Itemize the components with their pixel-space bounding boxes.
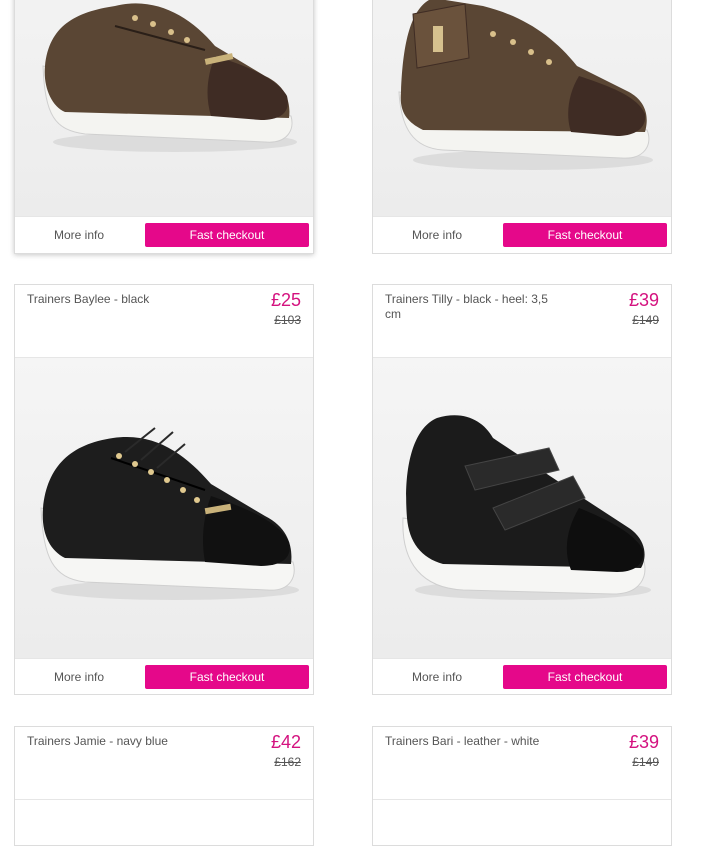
card-header: Trainers Baylee - black £25 £103 <box>15 285 313 358</box>
product-price: £39 <box>628 290 659 310</box>
product-card[interactable]: Trainers Baylee - black £25 £103 More in… <box>14 284 314 695</box>
product-name[interactable]: Trainers Baylee - black <box>27 292 207 307</box>
more-info-link[interactable]: More info <box>15 217 143 254</box>
card-footer: More info Fast checkout <box>373 216 671 254</box>
black-lace-up-sneaker-icon <box>40 427 299 600</box>
product-image[interactable] <box>15 0 313 216</box>
brown-monogram-sneaker-icon <box>42 3 297 152</box>
product-image[interactable] <box>373 0 671 216</box>
original-price: £149 <box>632 313 659 327</box>
product-card[interactable]: Trainers Tilly - black - heel: 3,5 cm £3… <box>372 284 672 695</box>
card-footer: More info Fast checkout <box>15 658 313 696</box>
original-price: £103 <box>274 313 301 327</box>
product-price: £25 <box>270 290 301 310</box>
more-info-link[interactable]: More info <box>373 659 501 696</box>
product-name[interactable]: Trainers Bari - leather - white <box>385 734 565 749</box>
product-price: £39 <box>628 732 659 752</box>
product-image[interactable] <box>373 358 671 658</box>
product-card[interactable]: Trainers Bari - leather - white £39 £149 <box>372 726 672 846</box>
fast-checkout-button[interactable]: Fast checkout <box>145 665 309 689</box>
brown-monogram-strap-sneaker-icon <box>398 0 653 170</box>
card-header: Trainers Tilly - black - heel: 3,5 cm £3… <box>373 285 671 358</box>
product-name[interactable]: Trainers Jamie - navy blue <box>27 734 207 749</box>
original-price: £149 <box>632 755 659 769</box>
fast-checkout-button[interactable]: Fast checkout <box>503 665 667 689</box>
product-name[interactable]: Trainers Tilly - black - heel: 3,5 cm <box>385 292 565 322</box>
card-header: Trainers Jamie - navy blue £42 £162 <box>15 727 313 800</box>
product-card[interactable]: Trainers Jamie - navy blue £42 £162 <box>14 726 314 846</box>
fast-checkout-button[interactable]: Fast checkout <box>145 223 309 247</box>
card-header: Trainers Bari - leather - white £39 £149 <box>373 727 671 800</box>
product-image[interactable] <box>15 358 313 658</box>
more-info-link[interactable]: More info <box>373 217 501 254</box>
product-card[interactable]: More info Fast checkout <box>372 0 672 254</box>
card-footer: More info Fast checkout <box>15 216 313 254</box>
fast-checkout-button[interactable]: Fast checkout <box>503 223 667 247</box>
black-strap-sneaker-icon <box>402 415 651 600</box>
product-card[interactable]: More info Fast checkout <box>14 0 314 254</box>
card-footer: More info Fast checkout <box>373 658 671 696</box>
more-info-link[interactable]: More info <box>15 659 143 696</box>
product-price: £42 <box>270 732 301 752</box>
original-price: £162 <box>274 755 301 769</box>
